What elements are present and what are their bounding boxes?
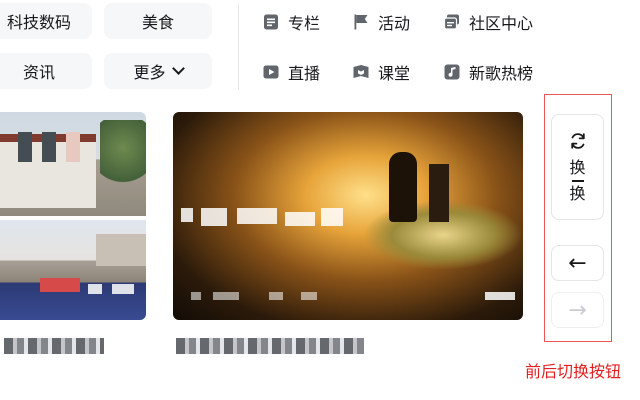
next-button[interactable]: → [551,292,604,328]
pixelated-overlay [321,208,343,226]
link-classroom[interactable]: 课堂 [352,60,410,84]
link-activity[interactable]: 活动 [352,10,410,34]
chip-label: 更多 [133,63,166,82]
link-community[interactable]: 社区中心 [443,10,533,34]
video-title-blurred[interactable] [4,338,104,354]
video-thumbnail-main[interactable] [173,112,523,320]
community-icon [443,14,459,30]
link-label: 活动 [378,14,411,33]
arrow-right-icon: → [568,297,587,323]
thumbnail-image [96,234,146,266]
pixelated-overlay [112,284,134,294]
pixelated-overlay [285,212,315,226]
thumbnail-detail [18,132,32,162]
refresh-icon [570,133,585,149]
refresh-label-bottom: 换 [569,183,586,203]
thumbnail-detail [429,164,449,222]
music-icon [444,64,460,80]
video-title-blurred[interactable] [176,338,364,354]
link-label: 新歌热榜 [469,64,534,83]
thumbnail-detail [40,278,80,292]
pixelated-overlay [201,208,227,226]
pixelated-overlay [237,208,277,224]
thumbnail-detail [42,132,56,162]
refresh-label-top: 换 [569,158,586,178]
annotation-label: 前后切换按钮 [525,362,622,381]
link-new-songs[interactable]: 新歌热榜 [443,60,533,84]
chip-label: 资讯 [22,63,55,82]
video-thumbnail[interactable] [0,220,146,320]
thumbnail-detail [100,120,146,190]
pixelated-overlay [191,292,201,300]
category-chip-more[interactable]: 更多 [104,53,212,89]
prev-button[interactable]: ← [551,245,604,281]
chevron-down-icon [171,62,185,75]
flag-icon [354,14,368,30]
pixelated-overlay [88,284,102,294]
link-label: 专栏 [288,14,321,33]
chip-label: 科技数码 [6,13,71,32]
thumbnail-detail [66,132,80,162]
category-chip-news[interactable]: 资讯 [0,53,92,89]
link-label: 课堂 [378,64,411,83]
document-icon [264,14,278,30]
video-thumbnail[interactable] [0,112,146,216]
link-live[interactable]: 直播 [262,60,320,84]
pixelated-overlay [485,292,515,300]
arrow-left-icon: ← [568,250,587,276]
link-column[interactable]: 专栏 [262,10,320,34]
pixelated-overlay [301,292,317,300]
category-chip-tech[interactable]: 科技数码 [0,3,92,39]
pixelated-overlay [269,292,283,300]
thumbnail-detail [389,152,417,222]
refresh-separator [571,180,584,182]
classroom-icon [353,65,369,78]
link-label: 直播 [288,64,321,83]
category-chip-food[interactable]: 美食 [104,3,212,39]
link-label: 社区中心 [469,14,534,33]
chip-label: 美食 [141,13,174,32]
pixelated-overlay [213,292,239,300]
pixelated-overlay [181,208,193,222]
live-icon [263,65,279,79]
category-divider [238,4,239,90]
refresh-button[interactable]: 换 换 [551,114,604,220]
